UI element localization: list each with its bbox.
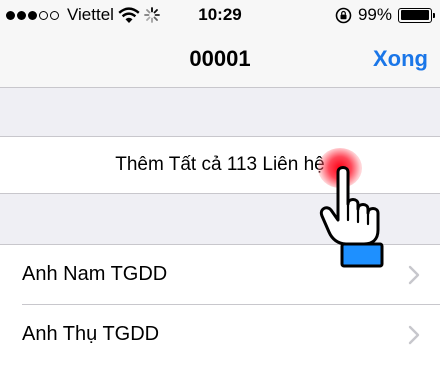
status-bar: Viettel 10:29 99% xyxy=(0,0,440,30)
rotation-lock-icon xyxy=(335,7,352,23)
contact-row[interactable]: Anh Thụ TGDD xyxy=(0,305,440,365)
chevron-right-icon xyxy=(408,325,420,345)
status-right: 99% xyxy=(335,5,435,25)
status-left: Viettel xyxy=(6,5,160,25)
wifi-icon xyxy=(118,6,140,23)
navigation-bar: 00001 Xong xyxy=(0,30,440,88)
done-button[interactable]: Xong xyxy=(373,46,428,72)
contact-name: Anh Nam TGDD xyxy=(22,263,168,285)
battery-level xyxy=(400,10,430,20)
signal-strength-icon xyxy=(6,10,59,20)
contact-name: Anh Thụ TGDD xyxy=(22,323,160,345)
battery-percent: 99% xyxy=(357,5,392,24)
battery-icon xyxy=(398,7,435,23)
pointing-hand-icon xyxy=(319,166,384,268)
activity-spinner-icon xyxy=(144,7,160,23)
carrier-name: Viettel xyxy=(67,5,114,24)
chevron-right-icon xyxy=(408,265,420,285)
